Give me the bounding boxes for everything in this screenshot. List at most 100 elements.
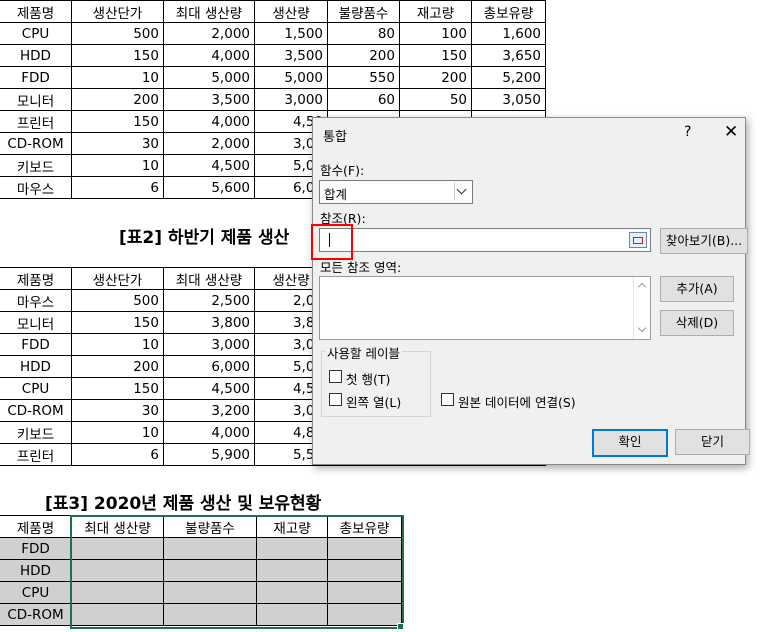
fill-handle[interactable] <box>397 623 404 630</box>
table-cell[interactable]: 모니터 <box>0 311 72 334</box>
table-cell[interactable]: 5,000 <box>163 66 255 89</box>
table-cell[interactable]: 4,000 <box>163 44 255 67</box>
table-cell[interactable]: 최대 생산량 <box>163 267 255 290</box>
table-cell[interactable]: 5,000 <box>254 66 328 89</box>
table-cell[interactable]: 모니터 <box>0 88 72 111</box>
table-cell[interactable]: 30 <box>71 399 164 422</box>
table-cell[interactable]: 200 <box>399 66 472 89</box>
table-cell[interactable]: 150 <box>71 44 164 67</box>
table-cell[interactable]: 6 <box>71 443 164 466</box>
table-cell[interactable]: 500 <box>71 289 164 312</box>
table-cell[interactable]: 마우스 <box>0 289 72 312</box>
table-cell[interactable]: 키보드 <box>0 154 72 177</box>
browse-button[interactable]: 찾아보기(B)... <box>660 228 748 254</box>
table-cell[interactable]: 재고량 <box>256 515 328 538</box>
add-button[interactable]: 추가(A) <box>660 276 734 302</box>
table-cell[interactable]: 최대 생산량 <box>163 0 255 23</box>
create-links-checkbox[interactable] <box>441 393 454 406</box>
table-cell[interactable]: 200 <box>71 355 164 378</box>
table-cell[interactable]: 4,500 <box>163 377 255 400</box>
function-select[interactable]: 합계 <box>319 180 473 204</box>
table-cell[interactable] <box>327 581 402 604</box>
range-picker-icon[interactable] <box>629 232 647 248</box>
table-cell[interactable]: 생산단가 <box>71 0 164 23</box>
table-cell[interactable]: 키보드 <box>0 421 72 444</box>
table-cell[interactable]: 불량품수 <box>163 515 257 538</box>
table-cell[interactable]: 3,500 <box>254 44 328 67</box>
ok-button[interactable]: 확인 <box>592 429 668 457</box>
table-cell[interactable] <box>163 559 257 582</box>
table-cell[interactable] <box>163 581 257 604</box>
close-button[interactable]: 닫기 <box>675 429 750 455</box>
table-cell[interactable] <box>256 581 328 604</box>
scroll-down-icon[interactable] <box>637 323 647 333</box>
table-cell[interactable]: 60 <box>327 88 400 111</box>
table-cell[interactable] <box>327 603 402 626</box>
table-cell[interactable]: 5,900 <box>163 443 255 466</box>
table-cell[interactable]: 프린터 <box>0 443 72 466</box>
table-cell[interactable]: HDD <box>0 559 72 582</box>
table-cell[interactable]: 500 <box>71 22 164 45</box>
table-cell[interactable]: 총보유량 <box>471 0 546 23</box>
table-cell[interactable]: 제품명 <box>0 0 72 23</box>
table-cell[interactable]: HDD <box>0 44 72 67</box>
table-cell[interactable]: 6,000 <box>163 355 255 378</box>
table-cell[interactable]: CD-ROM <box>0 132 72 155</box>
table-cell[interactable] <box>71 559 164 582</box>
table-cell[interactable]: 제품명 <box>0 267 72 290</box>
help-icon[interactable]: ? <box>684 124 691 140</box>
table-cell[interactable] <box>256 559 328 582</box>
table-cell[interactable]: 2,000 <box>163 132 255 155</box>
table-cell[interactable] <box>71 537 164 560</box>
table-cell[interactable]: FDD <box>0 66 72 89</box>
table-cell[interactable] <box>71 603 164 626</box>
table-cell[interactable]: 10 <box>71 66 164 89</box>
table-cell[interactable]: 1,600 <box>471 22 546 45</box>
table-cell[interactable]: CD-ROM <box>0 399 72 422</box>
table-cell[interactable] <box>71 581 164 604</box>
table-cell[interactable]: 3,050 <box>471 88 546 111</box>
reference-input[interactable] <box>319 228 651 252</box>
table-cell[interactable]: 총보유량 <box>327 515 402 538</box>
table-cell[interactable]: CPU <box>0 581 72 604</box>
table-cell[interactable]: 3,800 <box>163 311 255 334</box>
scroll-up-icon[interactable] <box>637 282 647 292</box>
table-cell[interactable]: FDD <box>0 537 72 560</box>
left-column-checkbox[interactable] <box>329 393 342 406</box>
table-cell[interactable]: 1,500 <box>254 22 328 45</box>
table-cell[interactable]: 50 <box>399 88 472 111</box>
table-cell[interactable]: 제품명 <box>0 515 72 538</box>
table-cell[interactable]: HDD <box>0 355 72 378</box>
table-cell[interactable]: 2,500 <box>163 289 255 312</box>
table-cell[interactable]: 4,000 <box>163 110 255 133</box>
table-cell[interactable]: 생산량 <box>254 0 328 23</box>
table-cell[interactable]: 불량품수 <box>327 0 400 23</box>
table-cell[interactable]: 200 <box>71 88 164 111</box>
table-cell[interactable]: 5,200 <box>471 66 546 89</box>
table-cell[interactable]: 150 <box>399 44 472 67</box>
table-cell[interactable]: 550 <box>327 66 400 89</box>
table-cell[interactable]: 10 <box>71 333 164 356</box>
table-cell[interactable]: 30 <box>71 132 164 155</box>
table-cell[interactable]: 150 <box>71 110 164 133</box>
table-cell[interactable]: 2,000 <box>163 22 255 45</box>
table-cell[interactable]: 3,500 <box>163 88 255 111</box>
table-cell[interactable]: 10 <box>71 421 164 444</box>
table-cell[interactable]: 150 <box>71 311 164 334</box>
table-cell[interactable]: CPU <box>0 377 72 400</box>
table-cell[interactable]: 재고량 <box>399 0 472 23</box>
table-cell[interactable]: 프린터 <box>0 110 72 133</box>
close-icon[interactable]: ✕ <box>724 122 738 142</box>
table-cell[interactable]: 3,000 <box>163 333 255 356</box>
table-cell[interactable]: FDD <box>0 333 72 356</box>
table-cell[interactable] <box>163 603 257 626</box>
list-scrollbar[interactable] <box>633 277 650 339</box>
table-cell[interactable]: CPU <box>0 22 72 45</box>
all-references-list[interactable] <box>319 276 651 340</box>
table-cell[interactable]: 150 <box>71 377 164 400</box>
delete-button[interactable]: 삭제(D) <box>660 310 734 336</box>
table-cell[interactable]: 100 <box>399 22 472 45</box>
table-cell[interactable] <box>327 559 402 582</box>
table-cell[interactable]: 5,600 <box>163 176 255 199</box>
table-cell[interactable]: 4,500 <box>163 154 255 177</box>
